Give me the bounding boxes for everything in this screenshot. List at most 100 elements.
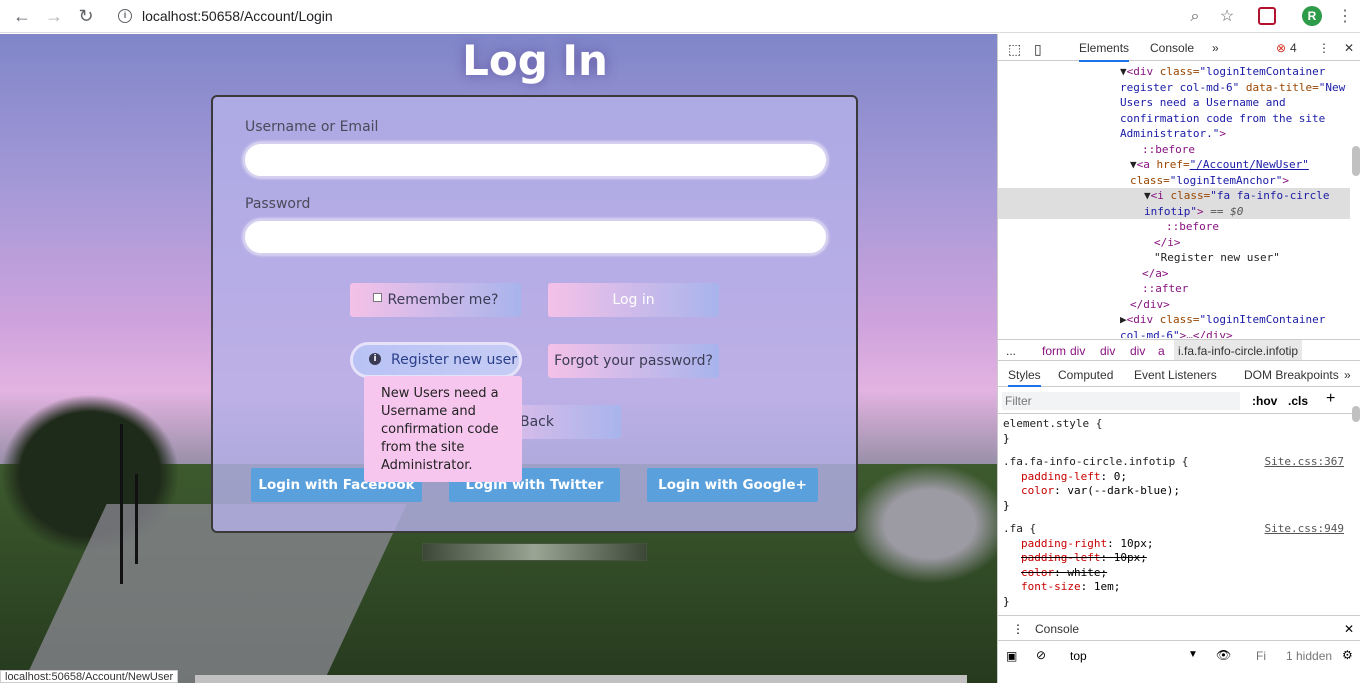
css-rule-line[interactable]: } xyxy=(1003,595,1348,609)
devtools-panel: ⬚ ▯ Elements Console » ⊗ 4 ⋮ ✕ ▼<div cla… xyxy=(997,34,1360,683)
css-rule-line[interactable]: padding-left: 10px; xyxy=(1021,551,1350,565)
dom-line[interactable]: confirmation code from the site xyxy=(998,111,1350,127)
decorative-glow-bar xyxy=(422,543,647,561)
drawer-console-tab[interactable]: Console xyxy=(1035,622,1079,636)
devtools-toolbar: ⬚ ▯ Elements Console » ⊗ 4 ⋮ ✕ xyxy=(998,34,1360,62)
css-rule-line[interactable]: } xyxy=(1003,499,1348,513)
console-filter-input[interactable]: Fi xyxy=(1256,649,1266,663)
context-dropdown-icon[interactable]: ▼ xyxy=(1188,649,1198,660)
dom-line[interactable]: class="loginItemAnchor"> xyxy=(998,173,1350,189)
context-select[interactable]: top xyxy=(1070,649,1087,663)
tab-elements[interactable]: Elements xyxy=(1079,41,1130,62)
breadcrumb-item[interactable]: form xyxy=(1042,344,1066,358)
info-circle-icon: i xyxy=(369,353,381,365)
dom-line[interactable]: Users need a Username and xyxy=(998,95,1350,111)
css-rule-line[interactable]: .fa.fa-info-circle.infotip {Site.css:367 xyxy=(1003,455,1348,469)
address-bar[interactable]: localhost:50658/Account/Login xyxy=(142,8,333,24)
site-info-icon[interactable]: i xyxy=(118,9,132,23)
console-settings-icon[interactable]: ⚙ xyxy=(1342,648,1353,662)
remember-me-button[interactable]: Remember me? xyxy=(350,283,521,317)
tab-dom-breakpoints[interactable]: DOM Breakpoints xyxy=(1244,368,1339,382)
dom-line[interactable]: ▼<a href="/Account/NewUser" xyxy=(998,157,1350,173)
close-devtools-icon[interactable]: ✕ xyxy=(1344,41,1354,55)
cls-toggle[interactable]: .cls xyxy=(1288,394,1308,408)
inspect-element-icon[interactable]: ⬚ xyxy=(1008,41,1021,58)
zoom-icon[interactable]: ⌕ xyxy=(1185,7,1205,27)
css-rule-line[interactable]: .fa {Site.css:949 xyxy=(1003,522,1348,536)
background-rubble xyxy=(850,464,997,584)
styles-filter-input[interactable] xyxy=(1002,392,1240,410)
login-button[interactable]: Log in xyxy=(548,283,719,317)
dom-line[interactable]: Administrator."> xyxy=(998,126,1350,142)
dom-scrollbar[interactable] xyxy=(1352,146,1360,176)
dom-line[interactable]: ▼<div class="loginItemContainer xyxy=(998,64,1350,80)
css-rule-line[interactable]: padding-right: 10px; xyxy=(1021,537,1350,551)
menu-dots-icon[interactable]: ⋮ xyxy=(1335,7,1355,27)
dom-line[interactable]: ▼<i class="fa fa-info-circle xyxy=(998,188,1350,204)
extension-icon[interactable] xyxy=(1258,7,1276,25)
breadcrumb-item[interactable]: div xyxy=(1130,344,1145,358)
close-drawer-icon[interactable]: ✕ xyxy=(1344,622,1354,636)
username-input[interactable] xyxy=(243,142,828,178)
css-rule-line[interactable]: font-size: 1em; xyxy=(1021,580,1350,594)
clear-console-icon[interactable]: ⊘ xyxy=(1036,648,1046,662)
username-label: Username or Email xyxy=(245,119,379,135)
device-toggle-icon[interactable]: ▯ xyxy=(1034,41,1042,58)
dom-line[interactable]: </i> xyxy=(998,235,1350,251)
css-rule-line[interactable]: color: var(--dark-blue); xyxy=(1021,484,1350,498)
back-arrow-icon[interactable]: ← xyxy=(11,6,33,26)
dom-line[interactable]: </div> xyxy=(998,297,1350,313)
status-bar-url: localhost:50658/Account/NewUser xyxy=(0,670,179,683)
tab-computed[interactable]: Computed xyxy=(1058,368,1113,382)
tab-console[interactable]: Console xyxy=(1150,41,1194,55)
google-login-button[interactable]: Login with Google+ xyxy=(647,468,818,502)
hov-toggle[interactable]: :hov xyxy=(1252,394,1277,408)
register-tooltip: New Users need a Username and confirmati… xyxy=(364,376,522,482)
register-label: Register new user xyxy=(391,352,518,368)
devtools-menu-icon[interactable]: ⋮ xyxy=(1318,41,1330,55)
dom-line[interactable]: ::before xyxy=(998,219,1350,235)
remember-me-label: Remember me? xyxy=(387,292,499,308)
breadcrumb-item[interactable]: a xyxy=(1158,344,1165,358)
css-rule-line[interactable]: element.style { xyxy=(1003,417,1348,431)
password-label: Password xyxy=(245,196,311,212)
dom-line[interactable]: ▶<div class="loginItemContainer xyxy=(998,312,1350,328)
remember-me-checkbox[interactable] xyxy=(372,293,382,302)
more-style-tabs-icon[interactable]: » xyxy=(1344,368,1351,382)
dom-line[interactable]: ::before xyxy=(998,142,1350,158)
add-rule-icon[interactable]: + xyxy=(1326,390,1335,408)
breadcrumb-item[interactable]: div xyxy=(1100,344,1115,358)
dom-line[interactable]: </a> xyxy=(998,266,1350,282)
css-rule-line[interactable]: } xyxy=(1003,432,1348,446)
breadcrumb-item[interactable]: div xyxy=(1070,344,1085,358)
profile-avatar[interactable]: R xyxy=(1302,6,1322,26)
dom-line[interactable]: col-md-6">…</div> xyxy=(998,328,1350,339)
tab-styles[interactable]: Styles xyxy=(1008,368,1041,387)
reload-icon[interactable]: ↻ xyxy=(75,6,97,26)
register-new-user-button[interactable]: i Register new user xyxy=(350,342,522,378)
error-icon[interactable]: ⊗ xyxy=(1276,41,1286,55)
dom-line[interactable]: "Register new user" xyxy=(998,250,1350,266)
css-rule-line[interactable]: padding-left: 0; xyxy=(1021,470,1350,484)
dom-line[interactable]: infotip"> == $0 xyxy=(998,203,1350,219)
eye-icon[interactable]: 👁 xyxy=(1216,648,1231,662)
drawer-menu-icon[interactable]: ⋮ xyxy=(1012,622,1024,636)
styles-tabs: Styles Computed Event Listeners DOM Brea… xyxy=(998,363,1360,387)
breadcrumb-item-selected[interactable]: i.fa.fa-info-circle.infotip xyxy=(1174,340,1303,360)
password-input[interactable] xyxy=(243,219,828,255)
styles-scrollbar[interactable] xyxy=(1352,406,1360,422)
forgot-password-button[interactable]: Forgot your password? xyxy=(548,344,719,378)
error-count[interactable]: 4 xyxy=(1290,41,1297,55)
css-rule-line[interactable]: color: white; xyxy=(1021,566,1350,580)
sidebar-toggle-icon[interactable]: ▣ xyxy=(1006,649,1017,663)
tab-event-listeners[interactable]: Event Listeners xyxy=(1134,368,1217,382)
dom-line[interactable]: ::after xyxy=(998,281,1350,297)
hidden-count: 1 hidden xyxy=(1286,649,1333,663)
bookmark-star-icon[interactable]: ☆ xyxy=(1217,7,1237,27)
css-rules: element.style {} .fa.fa-info-circle.infot… xyxy=(998,415,1350,610)
dom-line[interactable]: register col-md-6" data-title="New xyxy=(998,80,1350,96)
breadcrumb-item[interactable]: ... xyxy=(1006,344,1016,358)
more-tabs-icon[interactable]: » xyxy=(1212,41,1219,55)
horizontal-scrollbar[interactable] xyxy=(195,675,967,683)
forward-arrow-icon[interactable]: → xyxy=(43,6,65,26)
